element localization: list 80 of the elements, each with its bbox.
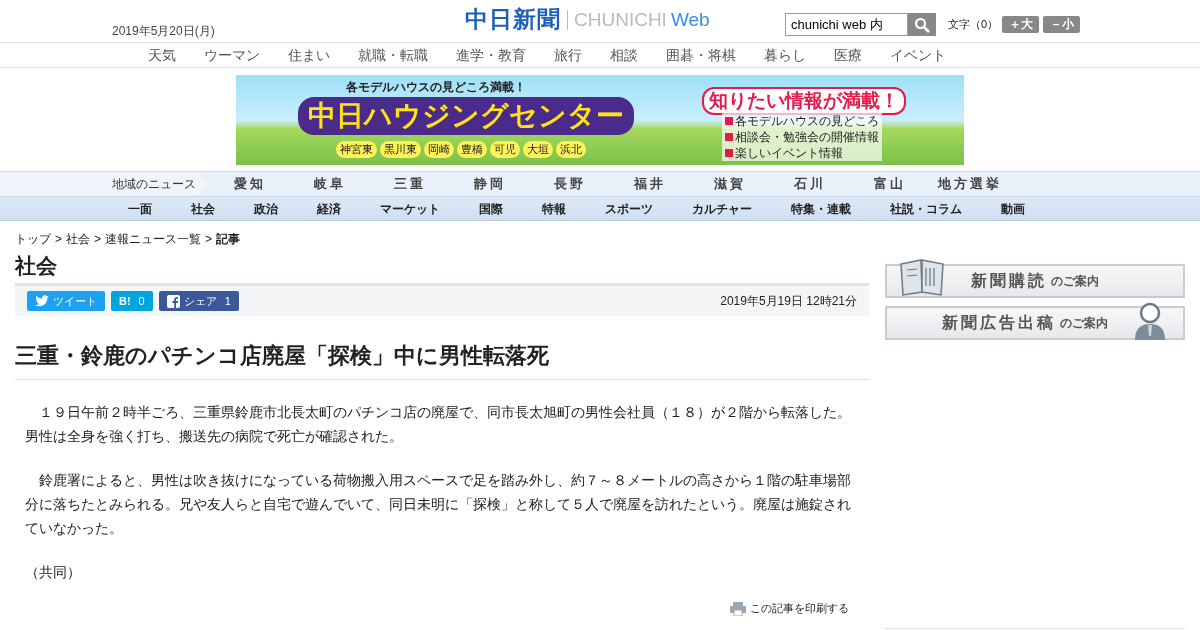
- category-link[interactable]: スポーツ: [587, 199, 674, 218]
- nav-link[interactable]: 医療: [834, 44, 862, 66]
- banner-headline: 知りたい情報が満載！: [702, 87, 906, 115]
- place-tag: 浜北: [556, 141, 586, 158]
- banner-point: 相談会・勉強会の開催情報: [735, 129, 879, 145]
- category-link[interactable]: カルチャー: [674, 199, 773, 218]
- breadcrumb-link[interactable]: 速報ニュース一覧: [105, 232, 202, 246]
- place-tag: 大垣: [523, 141, 553, 158]
- section-title: 社会: [15, 253, 58, 279]
- category-link[interactable]: 特集・連載: [773, 199, 872, 218]
- breadcrumb-link[interactable]: 社会: [66, 232, 90, 246]
- nav-link[interactable]: 相談: [610, 44, 638, 66]
- article-paragraph: （共同）: [25, 563, 82, 583]
- region-link[interactable]: 愛知: [210, 174, 290, 194]
- breadcrumb-separator: >: [94, 232, 102, 246]
- facebook-icon: [166, 294, 180, 308]
- region-link[interactable]: 岐阜: [290, 174, 370, 194]
- article-paragraph: １９日午前２時半ごろ、三重県鈴鹿市北長太町のパチンコ店の廃屋で、同市長太旭町の男性会社員（１８）が２階から転落した。男性は全身を強く打ち、搬送先の病院で死亡が確認された。: [25, 403, 852, 447]
- book-icon: [899, 256, 945, 296]
- nav-link[interactable]: 旅行: [554, 44, 582, 66]
- banner-tagline: 各モデルハウスの見どころ満載！: [346, 79, 526, 96]
- nav-link[interactable]: 天気: [148, 44, 176, 66]
- category-link[interactable]: 動画: [983, 199, 1046, 218]
- breadcrumb-separator: >: [55, 232, 62, 246]
- logo-subtitle: CHUNICHI Web: [574, 10, 710, 29]
- region-link[interactable]: 石川: [770, 174, 850, 194]
- search-field[interactable]: chunichi web 内: [785, 13, 908, 36]
- region-link[interactable]: 三重: [370, 174, 450, 194]
- region-link[interactable]: 地方選挙: [930, 174, 1010, 194]
- region-link[interactable]: 滋賀: [690, 174, 770, 194]
- search-button[interactable]: [908, 13, 936, 36]
- region-link[interactable]: 長野: [530, 174, 610, 194]
- search-icon: [914, 16, 930, 33]
- region-news-label: 地域のニュース: [0, 172, 210, 196]
- category-link[interactable]: 政治: [236, 199, 299, 218]
- article-headline: 三重・鈴鹿のパチンコ店廃屋「探検」中に男性転落死: [15, 343, 869, 381]
- category-link[interactable]: マーケット: [362, 199, 461, 218]
- breadcrumb-separator: >: [205, 232, 213, 246]
- breadcrumb-current: 記事: [216, 232, 241, 246]
- category-link[interactable]: 社会: [173, 199, 236, 218]
- category-link[interactable]: 経済: [299, 199, 362, 218]
- banner-point: 楽しいイベント情報: [735, 145, 843, 161]
- banner-point: 各モデルハウスの見どころ: [735, 113, 879, 129]
- printer-icon: [730, 601, 746, 616]
- font-smaller-button[interactable]: －小: [1043, 16, 1081, 33]
- nav-link[interactable]: 進学・教育: [456, 44, 526, 66]
- bullet-icon: [725, 149, 733, 157]
- breadcrumb-link[interactable]: トップ: [15, 232, 51, 246]
- nav-link[interactable]: 囲碁・将棋: [666, 44, 736, 66]
- place-tag: 岡崎: [424, 141, 454, 158]
- place-tag: 可児: [490, 141, 520, 158]
- category-link[interactable]: 一面: [110, 199, 173, 218]
- category-link[interactable]: 社説・コラム: [872, 199, 983, 218]
- region-link[interactable]: 福井: [610, 174, 690, 194]
- region-link[interactable]: 静岡: [450, 174, 530, 194]
- facebook-share-button[interactable]: シェア 1: [158, 291, 239, 311]
- logo-text[interactable]: 中日新聞: [465, 8, 561, 31]
- category-link[interactable]: 国際: [461, 199, 524, 218]
- article-paragraph: 鈴鹿署によると、男性は吹き抜けになっている荷物搬入用スペースで足を踏み外し、約７～８メートルの高さから１階の駐車場部分に落ちたとみられる。兄や友人らと自宅で遊んでいて、同日未明に「探検」と称して５人で廃屋を訪れたという。廃屋は施錠されていなかった。: [25, 471, 852, 539]
- region-link[interactable]: 富山: [850, 174, 930, 194]
- bird-icon: [35, 295, 49, 307]
- place-tag: 黒川東: [380, 141, 421, 158]
- nav-link[interactable]: 暮らし: [764, 44, 806, 66]
- nav-link[interactable]: 住まい: [288, 44, 330, 66]
- timestamp: 2019年5月19日 12時21分: [720, 293, 857, 310]
- font-size-label: 文字（0）: [948, 17, 999, 33]
- place-tag: 豊橋: [457, 141, 487, 158]
- person-icon: [1133, 302, 1167, 340]
- bullet-icon: [725, 117, 733, 125]
- banner-title: 中日ハウジングセンター: [298, 97, 634, 135]
- date-text: 2019年5月20日(月): [112, 23, 215, 40]
- place-tag: 神宮東: [336, 141, 377, 158]
- nav-link[interactable]: イベント: [890, 44, 946, 66]
- category-link[interactable]: 特報: [524, 199, 587, 218]
- nav-link[interactable]: 就職・転職: [358, 44, 428, 66]
- banner-ad[interactable]: 各モデルハウスの見どころ満載！ 中日ハウジングセンター 神宮東 黒川東 岡崎 豊橋 可児 大垣 浜北 知りたい情報が満載！ 各モデルハウスの見どころ 相談会・勉強会の開催情報 楽しいイベント情報: [236, 75, 964, 165]
- font-larger-button[interactable]: ＋大: [1002, 16, 1040, 33]
- nav-link[interactable]: ウーマン: [204, 44, 260, 66]
- print-link[interactable]: この記事を印刷する: [750, 600, 849, 617]
- bullet-icon: [725, 133, 733, 141]
